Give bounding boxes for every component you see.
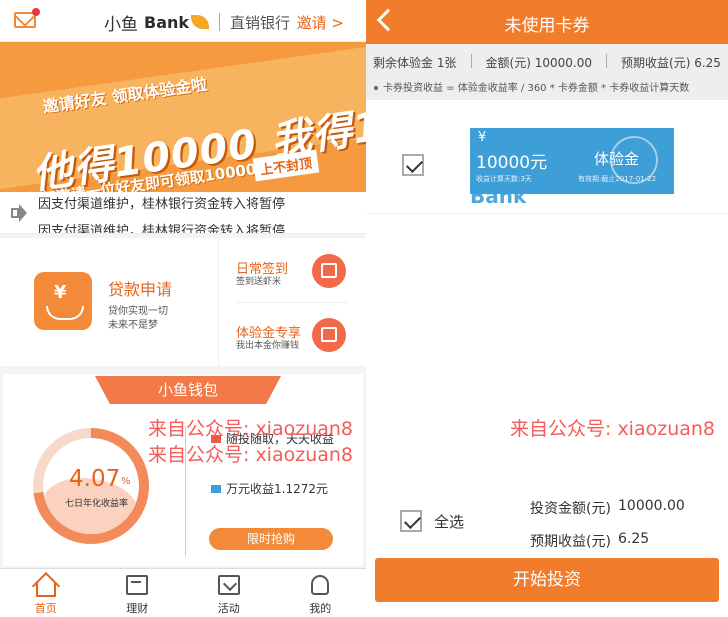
select-all-checkbox[interactable] — [400, 510, 422, 532]
calendar-icon[interactable] — [312, 254, 346, 288]
remaining-count: 剩余体验金 1张 — [373, 56, 457, 70]
wallet-title: 小鱼钱包 — [157, 381, 218, 399]
income-formula: 卡券投资收益 = 体验金收益率 / 360 * 卡券金额 * 卡券收益计算天数 — [374, 79, 689, 94]
home-header: 小鱼 Bank 直销银行 邀请 > — [0, 0, 366, 42]
brand-logo: 小鱼 Bank 直销银行 — [104, 10, 291, 35]
invest-amount-label: 投资金额(元) — [530, 501, 611, 517]
start-invest-button[interactable]: 开始投资 — [375, 558, 719, 602]
summary-divider — [470, 54, 472, 68]
loan-subtitle-2: 未来不是梦 — [108, 320, 158, 331]
speaker-icon — [11, 204, 27, 222]
coupon-amount: 金额(元) 10000.00 — [485, 56, 592, 70]
tab-profile-label: 我的 — [309, 602, 332, 615]
watermark: 来自公众号: xiaozuan8 — [510, 418, 716, 440]
tab-home-label: 首页 — [34, 602, 57, 615]
coupon-value: 10000元 — [476, 153, 548, 173]
select-all[interactable]: 全选 — [400, 510, 464, 532]
expected-income-label: 预期收益(元) — [530, 534, 611, 550]
money-box-icon[interactable] — [312, 318, 346, 352]
coupon-list-item[interactable]: ¥ 10000元 收益计算天数:3天 体验金 有效期:截止2017-01-22 … — [366, 100, 728, 214]
tab-activity[interactable]: 活动 — [183, 569, 275, 617]
invest-amount-value: 10000.00 — [618, 498, 685, 514]
coupon-brand-watermark: Bank — [470, 184, 527, 208]
expected-income: 预期收益(元) 6.25 — [621, 56, 721, 70]
wallet-title-tab: 小鱼钱包 — [95, 376, 281, 404]
user-icon — [311, 575, 330, 595]
gift-icon — [217, 575, 240, 595]
coupon-currency: ¥ — [478, 130, 487, 145]
brand-en: Bank — [144, 12, 190, 32]
trial-subtitle: 我出本金你赚钱 — [236, 341, 300, 351]
wallet-icon — [126, 575, 149, 595]
coupon-header: 未使用卡券 — [366, 0, 728, 44]
summary-row: 剩余体验金 1张 金额(元) 10000.00 预期收益(元) 6.25 — [366, 54, 728, 71]
summary-divider — [606, 54, 607, 68]
home-icon — [35, 583, 56, 597]
wallet-feature-2: 万元收益1.1272元 — [211, 480, 328, 497]
screenshot-root: 小鱼 Bank 直销银行 邀请 > 邀请好友 领取体验金啦 他得10000 我得… — [0, 0, 728, 617]
loan-title[interactable]: 贷款申请 — [108, 276, 172, 300]
notice-line2: 因支付渠道维护，桂林银行资金转入将暂停 — [38, 224, 286, 234]
yield-rate-label: 七日年化收益率 — [65, 499, 129, 509]
coupon-screen: 未使用卡券 剩余体验金 1张 金额(元) 10000.00 预期收益(元) 6.… — [366, 0, 728, 617]
tab-activity-label: 活动 — [217, 602, 240, 615]
blue-bullet-icon — [211, 484, 221, 493]
page-title: 未使用卡券 — [504, 16, 590, 36]
home-screen: 小鱼 Bank 直销银行 邀请 > 邀请好友 领取体验金啦 他得10000 我得… — [0, 0, 366, 617]
bird-logo-icon — [191, 15, 210, 29]
services-grid: 贷款申请 贷你实现一切 未来不是梦 日常签到 签到送虾米 体验金专享 我出本金你… — [0, 238, 366, 366]
loan-subtitle-1: 贷你实现一切 — [108, 306, 168, 317]
bottom-tab-bar: 首页 理财 活动 我的 — [0, 568, 366, 617]
buy-now-button[interactable]: 限时抢购 — [209, 528, 333, 550]
coupon-name: 体验金 — [594, 150, 640, 168]
notice-line1: 因支付渠道维护，桂林银行资金转入将暂停 — [38, 197, 286, 212]
checkin-subtitle: 签到送虾米 — [236, 277, 282, 287]
coupon-summary-bar: 剩余体验金 1张 金额(元) 10000.00 预期收益(元) 6.25 卡券投… — [366, 44, 728, 100]
tab-finance[interactable]: 理财 — [92, 569, 184, 617]
services-horizontal-divider — [236, 302, 348, 303]
yield-rate: 4.07 — [69, 466, 121, 492]
tab-home[interactable]: 首页 — [0, 569, 92, 617]
coupon-expiry: 有效期:截止2017-01-22 — [578, 175, 657, 183]
services-vertical-divider — [218, 238, 219, 366]
brand-divider — [219, 13, 221, 31]
expected-income-value: 6.25 — [618, 531, 650, 547]
watermark: 来自公众号: xiaozuan8 — [148, 444, 354, 466]
yield-rate-unit: % — [121, 476, 131, 487]
tab-finance-label: 理财 — [126, 602, 149, 615]
brand-subtitle: 直销银行 — [230, 13, 291, 32]
brand-cn: 小鱼 — [104, 14, 138, 35]
loan-hand-icon[interactable] — [34, 272, 92, 330]
wallet-feature-2-text: 万元收益1.1272元 — [226, 482, 328, 496]
coupon-checkbox[interactable] — [402, 154, 424, 176]
notice-ticker[interactable]: 因支付渠道维护，桂林银行资金转入将暂停 因支付渠道维护，桂林银行资金转入将暂停 — [0, 192, 366, 234]
unread-dot-icon — [32, 8, 40, 16]
watermark: 来自公众号: xiaozuan8 — [148, 418, 354, 440]
tab-profile[interactable]: 我的 — [275, 569, 367, 617]
promo-banner[interactable]: 邀请好友 领取体验金啦 他得10000 我得10000 每邀请一位好友即可领取1… — [0, 42, 366, 192]
invite-link[interactable]: 邀请 > — [297, 12, 344, 33]
select-all-label: 全选 — [434, 512, 465, 531]
wallet-card: 小鱼钱包 4.07 % 七日年化收益率 随投随取，天天收益 万元收益1.1272… — [3, 374, 363, 566]
coupon-days: 收益计算天数:3天 — [476, 175, 532, 183]
